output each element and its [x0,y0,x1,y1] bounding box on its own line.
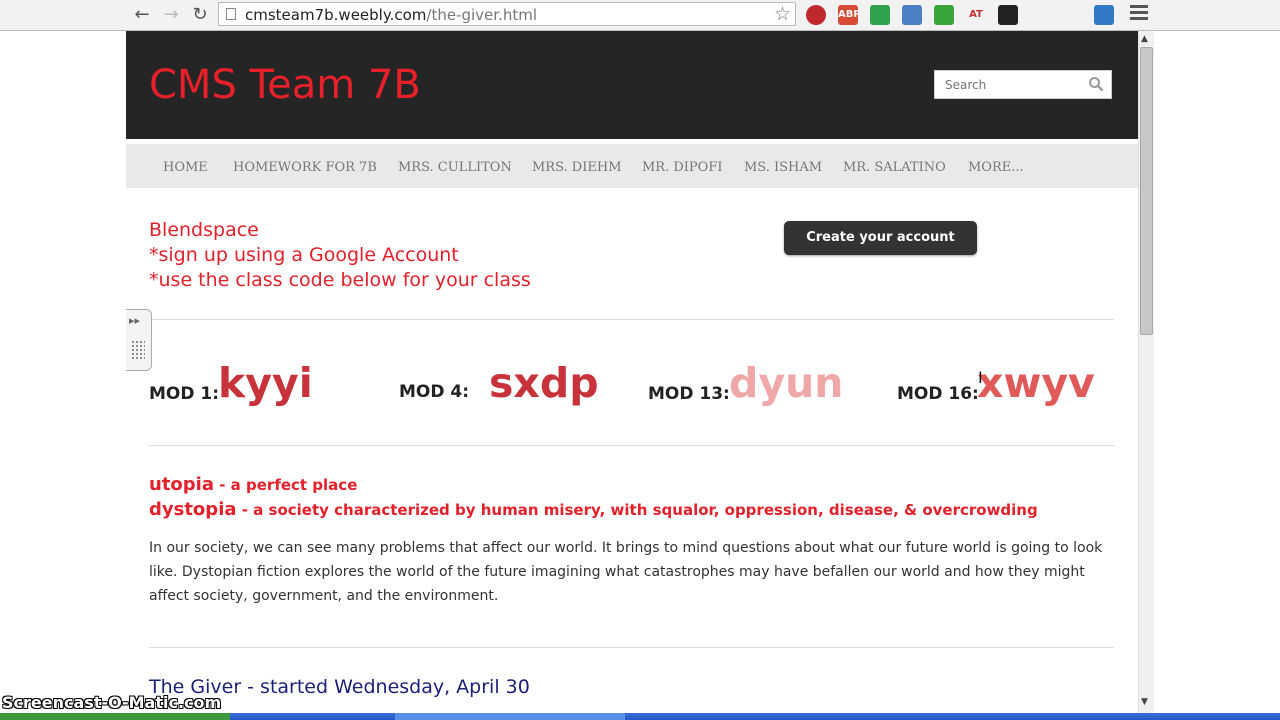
start-button[interactable] [0,713,230,720]
mod-16-label: MOD 16: [897,384,979,404]
taskbar-task[interactable] [395,713,625,720]
definition-desc: - a perfect place [214,476,358,494]
dystopia-paragraph: In our society, we can see many problems… [149,540,1103,604]
site-header: CMS Team 7B [126,31,1138,139]
scroll-thumb[interactable] [1140,47,1153,335]
page-viewport: CMS Team 7B HOME HOMEWORK FOR 7B MRS. CU… [0,31,1280,720]
definition-utopia: utopia - a perfect place [149,474,357,495]
expand-arrows-icon: ▸▸ [129,314,141,327]
nav-ms-isham[interactable]: MS. ISHAM [744,160,822,175]
definition-term: dystopia [149,499,237,520]
sound-extension-icon[interactable] [934,5,954,25]
definition-dystopia: dystopia - a society characterized by hu… [149,499,1038,520]
page-margin-left [0,31,126,720]
nav-homework[interactable]: HOMEWORK FOR 7B [233,160,377,175]
adblock-plus-icon[interactable]: ABP [838,5,861,25]
site-title[interactable]: CMS Team 7B [149,62,421,108]
blendspace-title: Blendspace [149,219,259,241]
stop-extension-icon[interactable] [806,5,826,25]
divider-1 [149,319,1114,320]
address-url[interactable]: cmsteam7b.weebly.com/the-giver.html [245,6,537,24]
blendspace-instructions: Blendspace *sign up using a Google Accou… [149,218,531,293]
drag-grip-icon[interactable] [131,340,145,360]
page-icon [226,8,236,20]
terminal-extension-icon[interactable] [998,5,1018,25]
url-path: /the-giver.html [426,6,537,24]
definition-desc: - a society characterized by human miser… [236,501,1038,519]
address-bar[interactable]: cmsteam7b.weebly.com/the-giver.html ☆ [218,2,796,26]
watermark: Screencast-O-Matic.com [2,693,222,712]
forward-icon[interactable]: → [160,4,182,26]
search-box[interactable] [934,70,1112,99]
tools-extension-icon[interactable] [1062,5,1082,25]
blendspace-line-2: *use the class code below for your class [149,269,531,291]
page-margin-right [1154,31,1280,720]
os-taskbar [0,713,1280,720]
definition-term: utopia [149,474,214,495]
divider-2 [149,445,1114,446]
text-cursor-icon: I [978,368,983,387]
mod-16-code: xwyv [977,359,1095,407]
reload-icon[interactable]: ↻ [189,4,211,26]
bookmark-star-icon[interactable]: ☆ [774,3,791,25]
tldr-extension-icon[interactable] [1030,5,1050,25]
url-host: cmsteam7b.weebly.com [245,6,427,24]
nav-mrs-culliton[interactable]: MRS. CULLITON [398,160,512,175]
nav-mr-dipofi[interactable]: MR. DIPOFI [642,160,722,175]
nav-mr-salatino[interactable]: MR. SALATINO [843,160,946,175]
mod-13-code: dyun [729,359,844,407]
mod-1-code: kyyi [218,359,313,407]
scroll-up-icon[interactable]: ▲ [1141,34,1148,44]
side-panel-toggle[interactable]: ▸▸ [126,309,152,371]
nav-home[interactable]: HOME [163,160,208,175]
divider-3 [149,647,1114,648]
chrome-menu-icon[interactable] [1130,5,1148,23]
scroll-down-icon[interactable]: ▼ [1141,697,1148,707]
mod-4-label: MOD 4: [399,382,470,402]
at-extension-icon[interactable]: AT [966,5,986,25]
audio-extension-icon[interactable] [902,5,922,25]
blendspace-line-1: *sign up using a Google Account [149,244,459,266]
google-drive-icon[interactable] [870,5,890,25]
mod-4-code: sxdp [489,359,599,407]
search-input[interactable] [943,77,1087,93]
search-icon[interactable] [1088,76,1104,92]
browser-toolbar: ← → ↻ cmsteam7b.weebly.com/the-giver.htm… [0,0,1280,31]
nav-mrs-diehm[interactable]: MRS. DIEHM [532,160,622,175]
site-nav: HOME HOMEWORK FOR 7B MRS. CULLITON MRS. … [126,144,1138,188]
create-account-button[interactable]: Create your account [784,221,977,255]
back-icon[interactable]: ← [131,4,153,26]
nav-more[interactable]: MORE... [968,160,1024,175]
mod-13-label: MOD 13: [648,384,730,404]
screen-extension-icon[interactable] [1094,5,1114,25]
mod-1-label: MOD 1: [149,384,220,404]
